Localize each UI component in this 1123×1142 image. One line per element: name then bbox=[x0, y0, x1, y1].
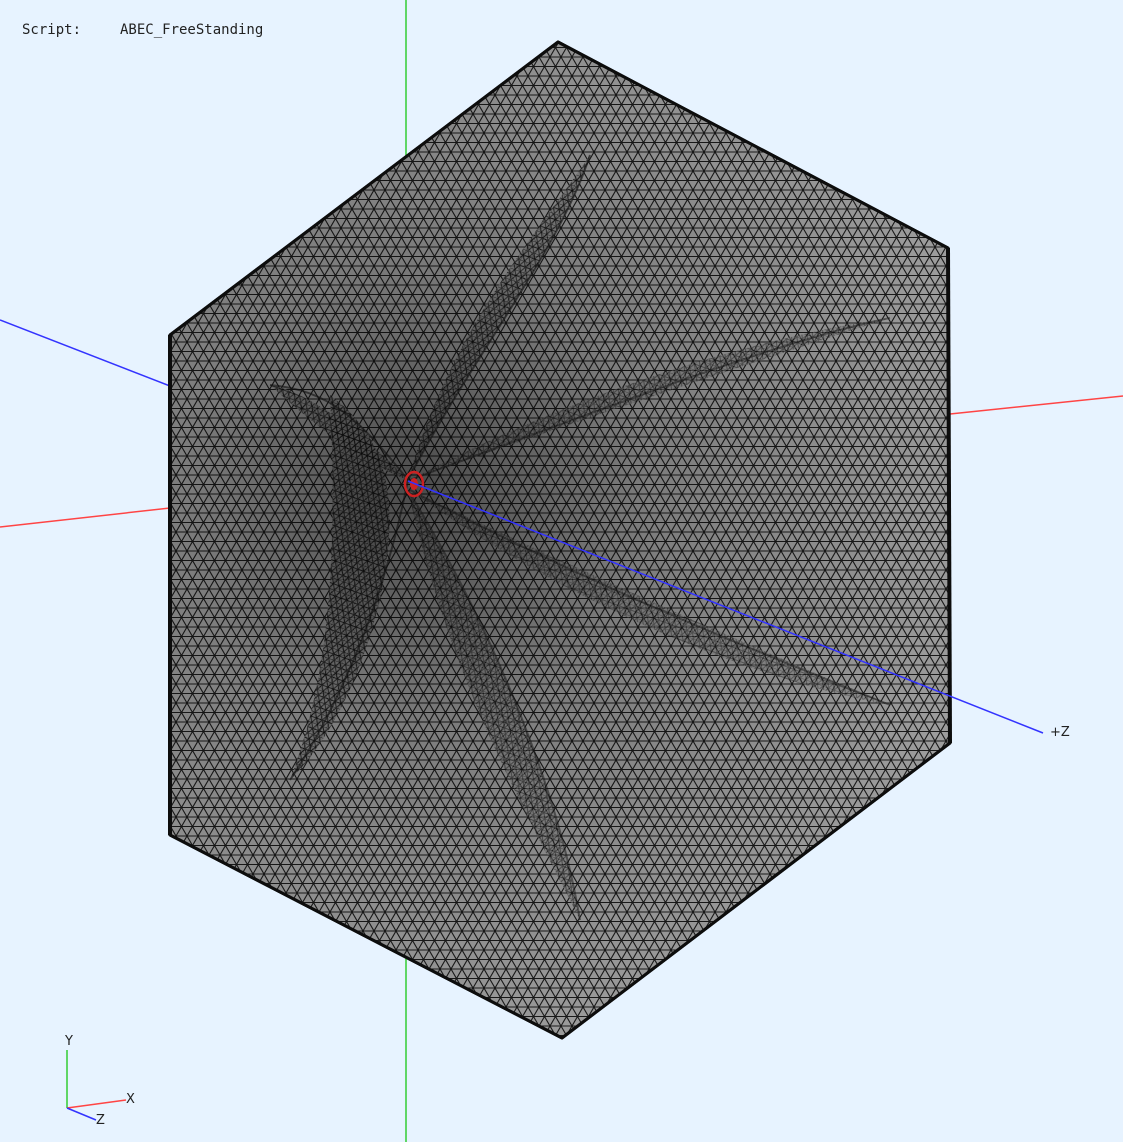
triad-y-label: Y bbox=[64, 1034, 73, 1049]
mesh-scene[interactable]: +Z Y X Z bbox=[0, 0, 1123, 1142]
z-axis-label: +Z bbox=[1050, 725, 1070, 740]
x-axis-line-left bbox=[0, 507, 171, 528]
triad-x-label: X bbox=[126, 1092, 135, 1107]
3d-viewport[interactable]: Script: ABEC_FreeStanding +Z Y X Z bbox=[0, 0, 1123, 1142]
z-axis-line-back bbox=[0, 319, 171, 387]
orientation-triad[interactable]: Y X Z bbox=[64, 1034, 135, 1128]
x-axis-line-right bbox=[949, 395, 1123, 415]
mesh-enclosure[interactable] bbox=[0, 0, 1123, 1142]
triad-z-label: Z bbox=[96, 1113, 105, 1128]
